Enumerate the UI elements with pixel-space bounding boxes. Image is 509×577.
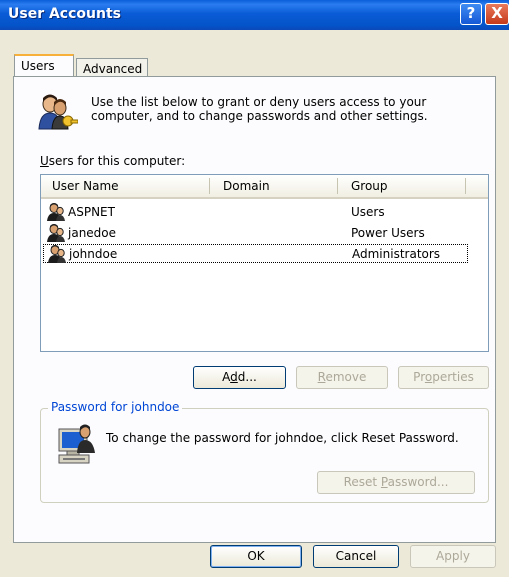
title-bar[interactable]: User Accounts ? X <box>0 0 509 30</box>
group-cell: Users <box>351 205 385 219</box>
add-label-accel: d <box>230 370 238 384</box>
help-button[interactable]: ? <box>460 3 482 25</box>
tab-users[interactable]: Users <box>14 54 74 76</box>
reset-label-accel: P <box>380 475 388 489</box>
add-user-button[interactable]: Add... <box>193 366 286 389</box>
users-keys-icon <box>38 94 78 130</box>
ok-button[interactable]: OK <box>210 545 302 568</box>
users-label-rest: sers for this computer: <box>48 154 186 168</box>
add-label-pre: A <box>222 370 231 384</box>
group-cell: Administrators <box>352 247 441 261</box>
group-cell: Power Users <box>351 226 425 240</box>
password-instructions: To change the password for johndoe, clic… <box>106 431 459 445</box>
column-header-domain[interactable]: Domain <box>223 179 270 193</box>
table-row[interactable]: janedoe Power Users <box>43 224 468 243</box>
remove-label-post: emove <box>325 370 367 384</box>
column-divider[interactable] <box>465 178 466 194</box>
column-divider[interactable] <box>337 178 338 194</box>
password-groupbox-title: Password for johndoe <box>48 400 183 414</box>
column-header-group[interactable]: Group <box>351 179 388 193</box>
properties-label-post: perties <box>432 370 474 384</box>
user-icon <box>48 245 66 263</box>
user-accounts-window: User Accounts ? X Users Advanced Use the… <box>0 0 509 577</box>
user-icon <box>47 203 65 221</box>
properties-label-pre: Pr <box>413 370 425 384</box>
list-header: User Name Domain Group <box>41 175 488 199</box>
add-label-post: d... <box>237 370 257 384</box>
column-header-user-name[interactable]: User Name <box>52 179 119 193</box>
table-row[interactable]: ASPNET Users <box>43 203 468 222</box>
properties-button[interactable]: Properties <box>398 366 489 389</box>
remove-user-button[interactable]: Remove <box>296 366 388 389</box>
cancel-button[interactable]: Cancel <box>313 545 399 568</box>
users-list-label: Users for this computer: <box>40 154 185 168</box>
computer-user-icon <box>58 424 95 464</box>
tab-advanced[interactable]: Advanced <box>76 58 148 78</box>
reset-password-button[interactable]: Reset Password... <box>317 471 475 494</box>
user-name-cell: janedoe <box>68 226 117 240</box>
window-title: User Accounts <box>8 6 121 22</box>
reset-label-post: assword... <box>387 475 449 489</box>
column-divider[interactable] <box>209 178 210 194</box>
user-name-cell: johndoe <box>69 247 118 261</box>
apply-button[interactable]: Apply <box>410 545 496 568</box>
reset-label-pre: Reset <box>343 475 381 489</box>
user-name-cell: ASPNET <box>68 205 115 219</box>
users-list-view[interactable]: User Name Domain Group ASPNET Users jane… <box>40 174 489 352</box>
user-icon <box>47 224 65 242</box>
intro-text: Use the list below to grant or deny user… <box>91 95 428 123</box>
table-row-selected[interactable]: johndoe Administrators <box>43 244 468 263</box>
close-button[interactable]: X <box>485 3 509 25</box>
users-label-accel: U <box>40 154 49 168</box>
